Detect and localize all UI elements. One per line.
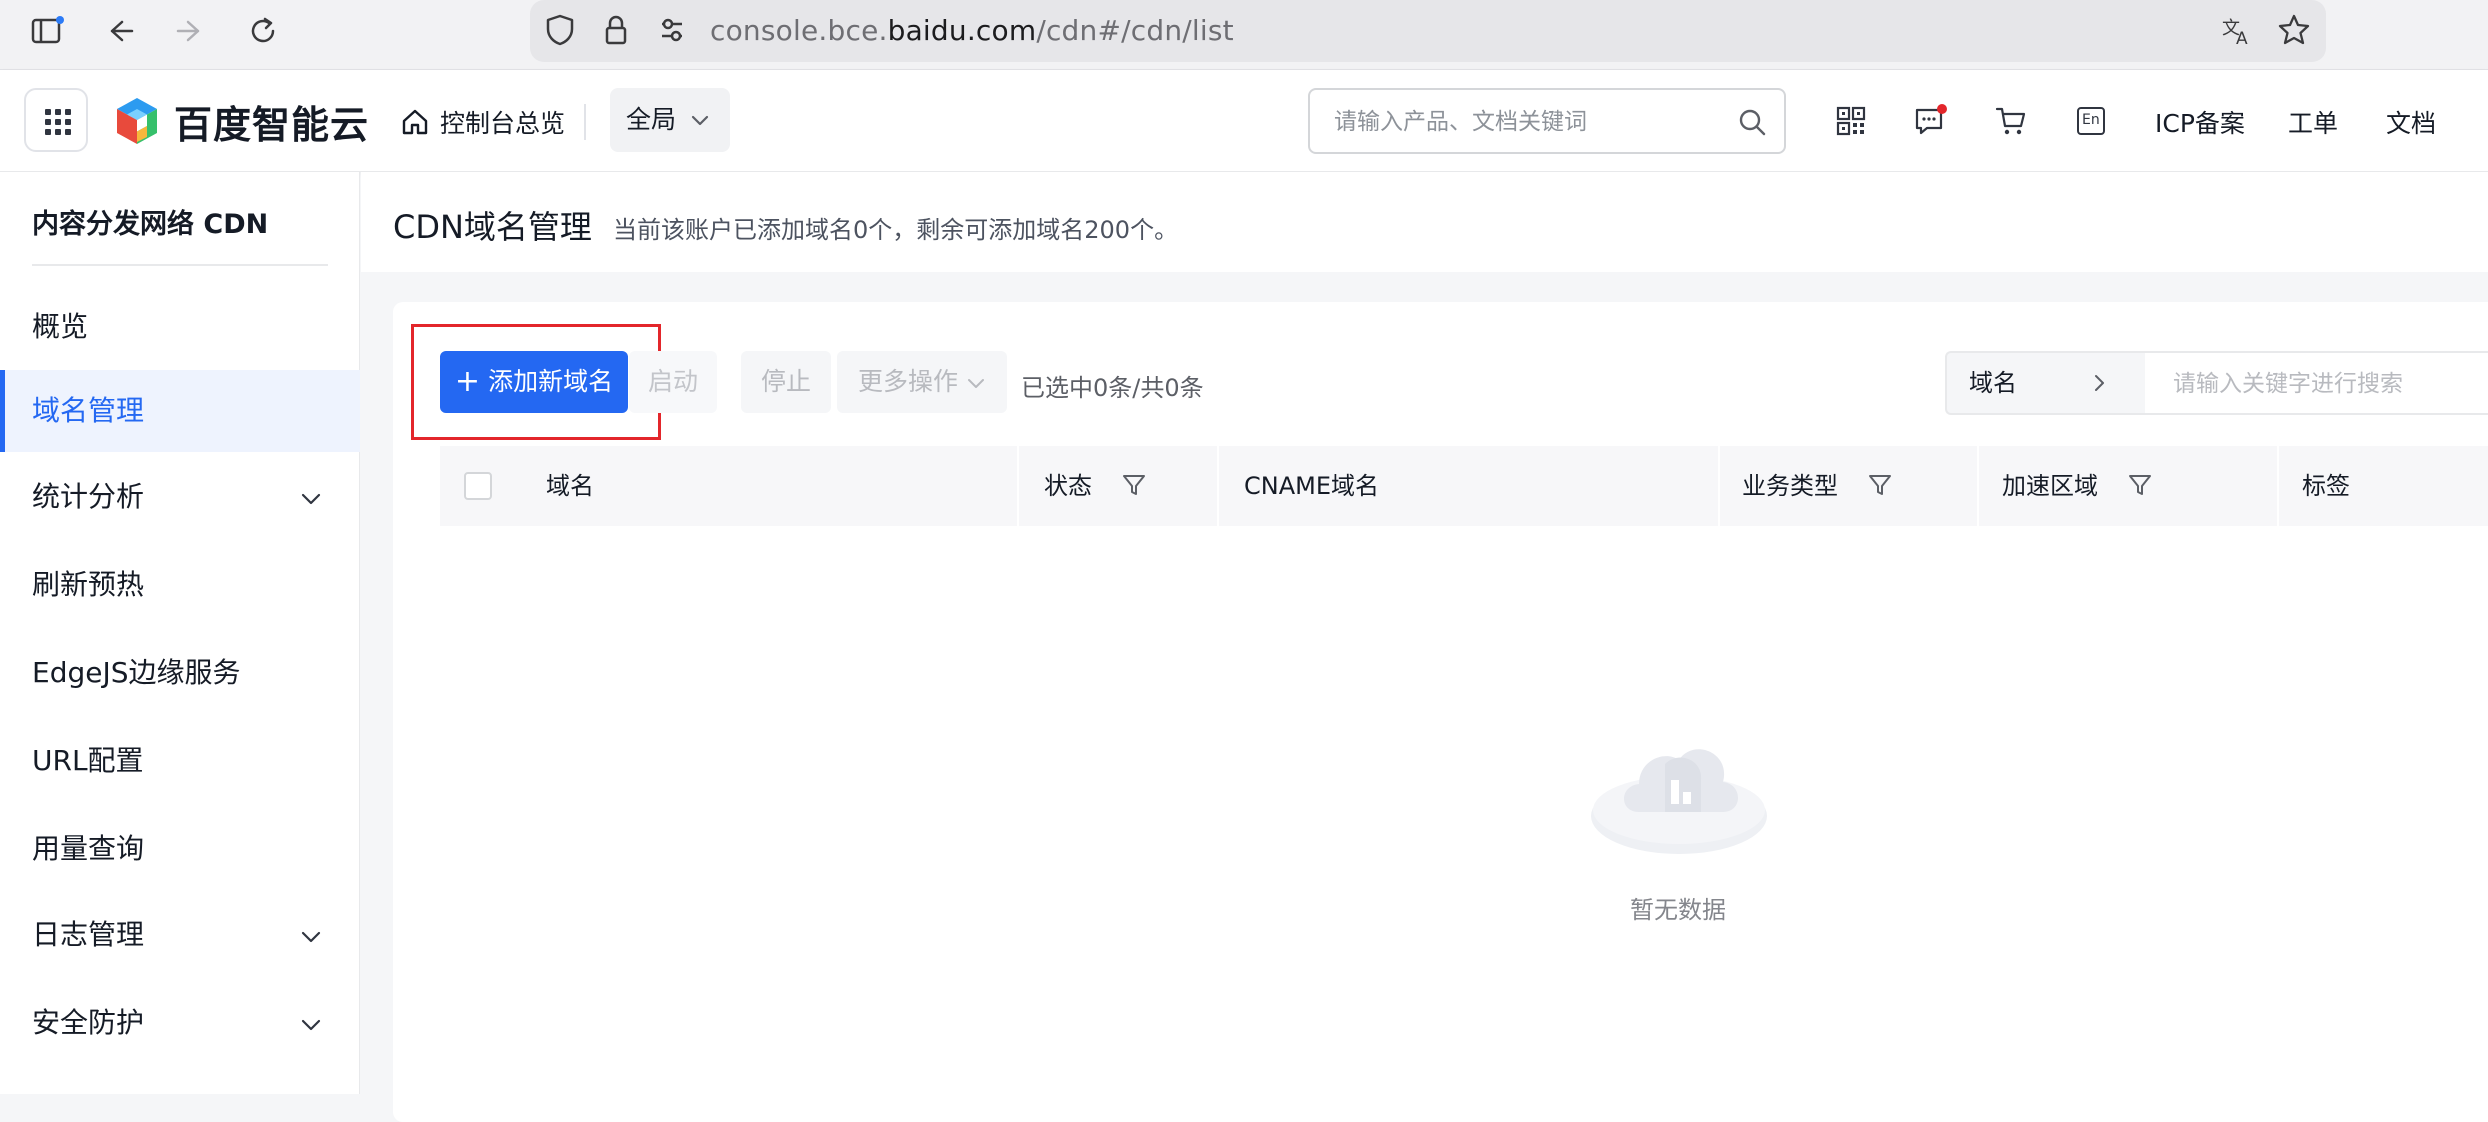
selection-count: 已选中0条/共0条 — [1021, 374, 1204, 402]
sidebar-item-label: 日志管理 — [32, 918, 145, 951]
svg-text:A: A — [2236, 29, 2248, 48]
sidebar-item-usage-query[interactable]: 用量查询 — [0, 808, 360, 890]
site-settings-icon[interactable] — [654, 12, 690, 48]
stop-button[interactable]: 停止 — [741, 351, 831, 413]
forward-icon[interactable] — [174, 14, 208, 48]
sidebar-item-statistics[interactable]: 统计分析 — [0, 456, 360, 538]
search-icon[interactable] — [1738, 108, 1766, 136]
sidebar-item-label: 安全防护 — [32, 1006, 145, 1039]
console-top-nav: 百度智能云 控制台总览 全局 En ICP备案 工单 文档 — [0, 70, 2488, 172]
browser-toolbar: console.bce.baidu.com/cdn#/cdn/list 文A — [0, 0, 2488, 70]
sidebar-divider — [32, 264, 328, 266]
column-acceleration-region: 加速区域 — [1978, 446, 2268, 526]
sidebar-item-overview[interactable]: 概览 — [0, 286, 360, 368]
sidebar-item-label: 用量查询 — [32, 832, 145, 865]
search-field-select[interactable]: 域名 — [1945, 351, 2145, 415]
sidebar-item-edgejs[interactable]: EdgeJS边缘服务 — [0, 632, 360, 714]
sidebar-item-label: 统计分析 — [32, 480, 145, 513]
domain-list-card: +添加新域名 启动 停止 更多操作 已选中0条/共0条 域名 域名 状态 CNA… — [393, 302, 2488, 1122]
empty-state-illustration — [1585, 720, 1773, 870]
chevron-right-icon — [2095, 375, 2104, 391]
chevron-down-icon — [301, 493, 321, 505]
column-divider — [1217, 446, 1219, 526]
column-status: 状态 — [1020, 446, 1220, 526]
filter-icon[interactable] — [1122, 473, 1146, 497]
stop-label: 停止 — [760, 367, 811, 396]
shield-icon[interactable] — [542, 12, 578, 48]
console-overview-link[interactable]: 控制台总览 — [400, 104, 565, 140]
ticket-link[interactable]: 工单 — [2288, 104, 2338, 140]
column-business-type: 业务类型 — [1718, 446, 1958, 526]
sidebar-item-log-management[interactable]: 日志管理 — [0, 894, 360, 976]
sidebar-item-label: 概览 — [32, 310, 89, 343]
lock-icon[interactable] — [598, 12, 634, 48]
sidebar-item-label: URL配置 — [32, 744, 144, 777]
global-search[interactable] — [1308, 88, 1786, 154]
home-icon — [402, 109, 428, 135]
page-title: CDN域名管理 — [393, 208, 592, 246]
bookmark-star-icon[interactable] — [2276, 12, 2312, 48]
plus-icon: + — [454, 364, 481, 399]
region-select[interactable]: 全局 — [610, 88, 730, 152]
sidebar-item-label: 刷新预热 — [32, 568, 145, 601]
chevron-down-icon — [301, 931, 321, 943]
sidebar-item-refresh-preload[interactable]: 刷新预热 — [0, 544, 360, 626]
empty-state-text: 暂无数据 — [1630, 896, 1726, 924]
page-subtitle: 当前该账户已添加域名0个，剩余可添加域名200个。 — [613, 216, 1179, 244]
sidebar-item-domain-management[interactable]: 域名管理 — [0, 370, 360, 452]
language-badge-text: En — [2082, 112, 2100, 128]
url-text[interactable]: console.bce.baidu.com/cdn#/cdn/list — [710, 14, 1234, 47]
start-button[interactable]: 启动 — [629, 351, 717, 413]
more-actions-label: 更多操作 — [857, 367, 958, 396]
column-cname: CNAME域名 — [1244, 472, 1379, 500]
filter-icon[interactable] — [1868, 473, 1892, 497]
brand-logo-icon — [112, 96, 162, 146]
sidebar-item-label: EdgeJS边缘服务 — [32, 656, 241, 689]
brand-name: 百度智能云 — [174, 102, 370, 147]
add-domain-button[interactable]: + 添加新域名 — [440, 351, 628, 413]
chevron-down-icon — [691, 115, 709, 126]
search-field-label: 域名 — [1969, 369, 2017, 397]
sidebar-item-label: 域名管理 — [32, 394, 145, 427]
sidebar-item-security[interactable]: 安全防护 — [0, 982, 360, 1064]
more-actions-dropdown[interactable]: 更多操作 — [837, 351, 1007, 413]
page-header: CDN域名管理 当前该账户已添加域名0个，剩余可添加域名200个。 — [361, 172, 2488, 272]
add-domain-label: 添加新域名 — [488, 367, 614, 396]
address-bar[interactable]: console.bce.baidu.com/cdn#/cdn/list 文A — [530, 0, 2326, 62]
cart-icon[interactable] — [1994, 104, 2028, 138]
icp-filing-link[interactable]: ICP备案 — [2155, 104, 2245, 140]
select-all-checkbox[interactable] — [464, 472, 492, 500]
chevron-down-icon — [968, 379, 984, 388]
product-menu-button[interactable] — [24, 88, 88, 152]
message-icon[interactable] — [1914, 104, 1948, 138]
table-header: 域名 状态 CNAME域名 业务类型 加速区域 标签 — [440, 446, 2488, 526]
console-overview-label: 控制台总览 — [440, 109, 566, 138]
global-search-input[interactable] — [1334, 104, 1724, 140]
language-switch-icon[interactable]: En — [2074, 104, 2108, 138]
grid-icon — [45, 109, 71, 135]
brand-logo[interactable]: 百度智能云 — [112, 94, 369, 148]
keyword-search-input[interactable] — [2173, 367, 2488, 401]
back-icon[interactable] — [102, 14, 136, 48]
chevron-down-icon — [301, 1019, 321, 1031]
sidebar: 内容分发网络 CDN 概览 域名管理 统计分析 刷新预热 EdgeJS边缘服务 … — [0, 172, 360, 1094]
column-divider — [1017, 446, 1019, 526]
filter-icon[interactable] — [2128, 473, 2152, 497]
qr-code-icon[interactable] — [1834, 104, 1868, 138]
keyword-search[interactable] — [2145, 351, 2488, 415]
region-select-label: 全局 — [626, 105, 677, 134]
column-tags: 标签 — [2302, 472, 2350, 500]
sidebar-item-url-config[interactable]: URL配置 — [0, 720, 360, 802]
reload-icon[interactable] — [246, 14, 280, 48]
sidebar-toggle-icon[interactable] — [30, 14, 64, 48]
translate-icon[interactable]: 文A — [2220, 12, 2256, 49]
start-label: 启动 — [647, 367, 698, 396]
sidebar-title: 内容分发网络 CDN — [32, 209, 269, 240]
docs-link[interactable]: 文档 — [2386, 104, 2436, 140]
nav-divider — [584, 104, 586, 140]
column-domain: 域名 — [546, 472, 594, 500]
